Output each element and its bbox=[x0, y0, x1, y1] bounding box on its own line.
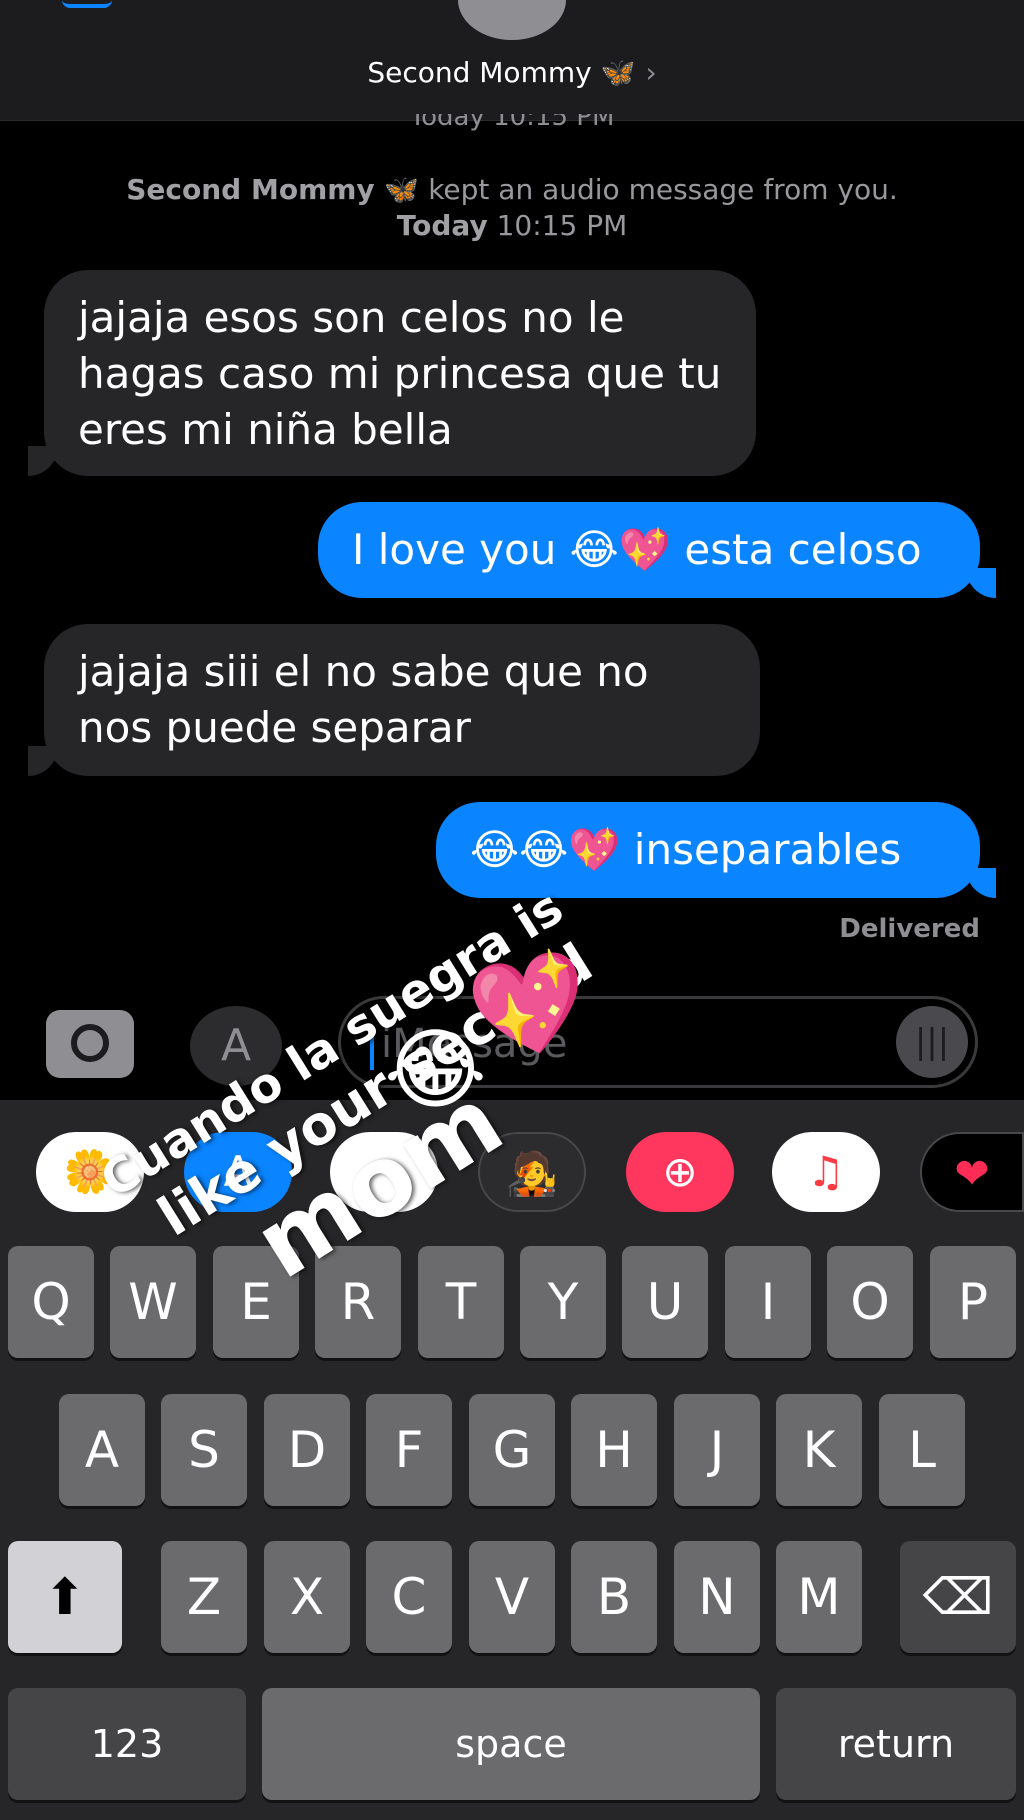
music-note-icon: ♫ bbox=[807, 1147, 845, 1196]
key-z[interactable]: Z bbox=[161, 1541, 247, 1653]
key-b[interactable]: B bbox=[571, 1541, 657, 1653]
note-contact-name: Second Mommy 🦋 bbox=[126, 173, 420, 206]
kept-audio-note: Second Mommy 🦋 kept an audio message fro… bbox=[0, 172, 1024, 244]
audio-record-button[interactable]: ||| bbox=[896, 1006, 968, 1078]
contact-name-label: Second Mommy 🦋 bbox=[367, 56, 636, 89]
key-d[interactable]: D bbox=[264, 1394, 350, 1506]
key-f[interactable]: F bbox=[366, 1394, 452, 1506]
key-l[interactable]: L bbox=[879, 1394, 965, 1506]
key-n[interactable]: N bbox=[674, 1541, 760, 1653]
note-text: kept an audio message from you. bbox=[428, 173, 898, 206]
globe-search-icon: ⊕ bbox=[662, 1147, 698, 1196]
key-q[interactable]: Q bbox=[8, 1246, 94, 1358]
key-x[interactable]: X bbox=[264, 1541, 350, 1653]
incoming-message-bubble[interactable]: jajaja siii el no sabe que no nos puede … bbox=[44, 624, 760, 776]
key-o[interactable]: O bbox=[827, 1246, 913, 1358]
space-key[interactable]: space bbox=[262, 1688, 760, 1800]
note-day: Today bbox=[396, 209, 488, 242]
outgoing-message-bubble[interactable]: 😂😂💖 inseparables bbox=[436, 802, 980, 898]
music-app-button[interactable]: ♫ bbox=[772, 1132, 880, 1212]
key-s[interactable]: S bbox=[161, 1394, 247, 1506]
delete-key[interactable]: ⌫ bbox=[900, 1541, 1016, 1653]
message-text: I love you 😂💖 esta celoso bbox=[352, 525, 922, 574]
bubble-tail bbox=[28, 746, 58, 776]
numbers-key[interactable]: 123 bbox=[8, 1688, 246, 1800]
digital-touch-app-button[interactable]: ❤ bbox=[920, 1132, 1024, 1212]
note-time: 10:15 PM bbox=[496, 209, 628, 242]
image-search-app-button[interactable]: ⊕ bbox=[626, 1132, 734, 1212]
waveform-icon: ||| bbox=[914, 1022, 950, 1062]
key-i[interactable]: I bbox=[725, 1246, 811, 1358]
key-k[interactable]: K bbox=[776, 1394, 862, 1506]
key-p[interactable]: P bbox=[930, 1246, 1016, 1358]
shift-key[interactable]: ⬆ bbox=[8, 1541, 122, 1653]
key-v[interactable]: V bbox=[469, 1541, 555, 1653]
key-a[interactable]: A bbox=[59, 1394, 145, 1506]
key-m[interactable]: M bbox=[776, 1541, 862, 1653]
bubble-tail bbox=[966, 568, 996, 598]
key-g[interactable]: G bbox=[469, 1394, 555, 1506]
bubble-tail bbox=[966, 868, 996, 898]
chevron-right-icon: › bbox=[645, 56, 657, 89]
backspace-icon: ⌫ bbox=[922, 1568, 994, 1626]
delivered-status: Delivered bbox=[839, 914, 980, 944]
back-button[interactable] bbox=[62, 0, 112, 8]
message-text: jajaja esos son celos no le hagas caso m… bbox=[78, 293, 722, 454]
key-t[interactable]: T bbox=[418, 1246, 504, 1358]
camera-icon bbox=[71, 1024, 109, 1062]
key-h[interactable]: H bbox=[571, 1394, 657, 1506]
contact-name-button[interactable]: Second Mommy 🦋 › bbox=[0, 56, 1024, 89]
bubble-tail bbox=[28, 446, 58, 476]
key-j[interactable]: J bbox=[674, 1394, 760, 1506]
key-u[interactable]: U bbox=[622, 1246, 708, 1358]
message-text: 😂😂💖 inseparables bbox=[470, 825, 902, 874]
message-text: jajaja siii el no sabe que no nos puede … bbox=[78, 647, 649, 752]
laughing-emoji-sticker: 😂 bbox=[384, 1018, 487, 1121]
key-c[interactable]: C bbox=[366, 1541, 452, 1653]
return-key[interactable]: return bbox=[776, 1688, 1016, 1800]
key-y[interactable]: Y bbox=[520, 1246, 606, 1358]
outgoing-message-bubble[interactable]: I love you 😂💖 esta celoso bbox=[318, 502, 980, 598]
shift-arrow-icon: ⬆ bbox=[44, 1568, 86, 1626]
incoming-message-bubble[interactable]: jajaja esos son celos no le hagas caso m… bbox=[44, 270, 756, 476]
heart-icon: ❤ bbox=[954, 1149, 990, 1198]
